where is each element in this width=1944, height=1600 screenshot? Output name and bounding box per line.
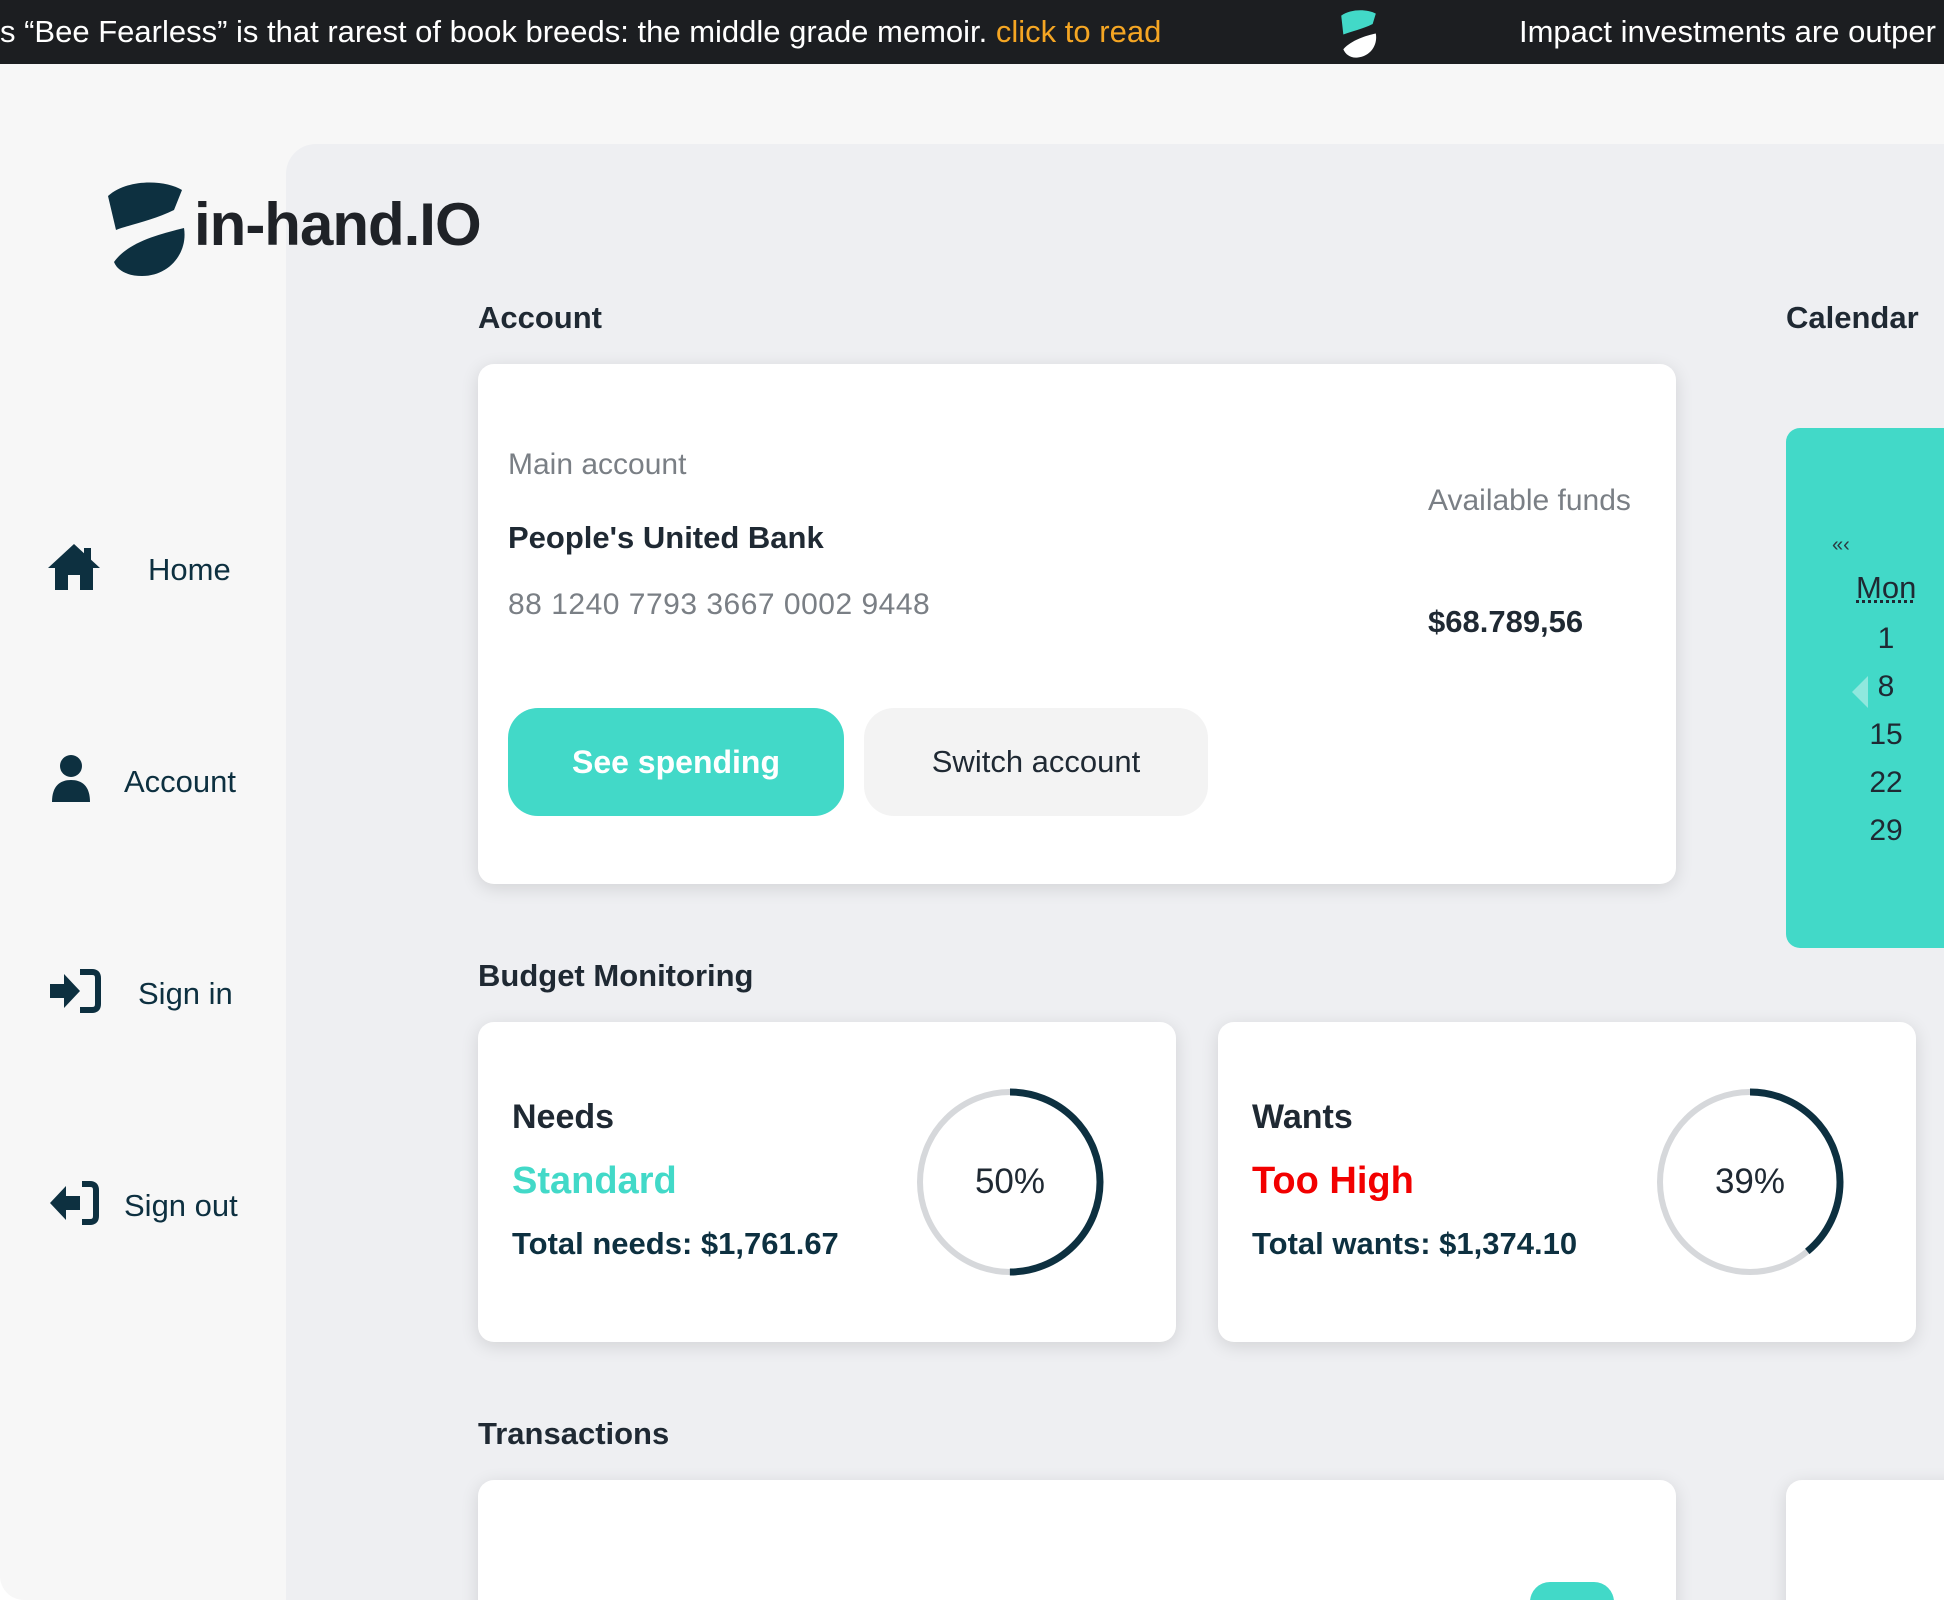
see-spending-button[interactable]: See spending (508, 708, 844, 816)
news-ticker: s “Bee Fearless” is that rarest of book … (0, 0, 1944, 64)
switch-account-button[interactable]: Switch account (864, 708, 1208, 816)
ticker-headline: s “Bee Fearless” is that rarest of book … (0, 14, 1161, 50)
calendar-widget: «‹ Mon 1 8 15 22 29 (1786, 428, 1944, 948)
calendar-date[interactable]: 22 (1856, 766, 1916, 800)
needs-percent: 50% (974, 1162, 1046, 1201)
user-icon (52, 755, 90, 802)
wants-percent: 39% (1714, 1162, 1786, 1201)
section-title-transactions: Transactions (478, 1416, 670, 1451)
calendar-date[interactable]: 15 (1856, 718, 1916, 752)
bank-name: People's United Bank (508, 520, 824, 555)
account-card: Main account Available funds People's Un… (478, 364, 1676, 884)
nav-label-sign-out: Sign out (124, 1188, 238, 1223)
calendar-day-header: Mon (1856, 570, 1917, 605)
transactions-card (478, 1480, 1676, 1600)
needs-status: Standard (512, 1160, 677, 1202)
wants-title: Wants (1252, 1098, 1353, 1136)
calendar-date[interactable]: 1 (1856, 622, 1916, 656)
wants-total: Total wants: $1,374.10 (1252, 1226, 1578, 1261)
nav-label-account: Account (124, 764, 237, 799)
nav-item-account[interactable]: Account (40, 750, 260, 810)
brand-name: in-hand.IO (194, 191, 482, 258)
wants-status: Too High (1252, 1160, 1414, 1202)
section-title-budget: Budget Monitoring (478, 958, 754, 993)
section-title-calendar: Calendar (1786, 300, 1919, 335)
nav-item-sign-in[interactable]: Sign in (40, 962, 260, 1022)
needs-total: Total needs: $1,761.67 (512, 1226, 839, 1261)
needs-budget-card: Needs Standard Total needs: $1,761.67 50… (478, 1022, 1176, 1342)
ticker-read-link[interactable]: click to read (996, 14, 1161, 49)
app-window: in-hand.IO Home Account Sign in Sign out… (0, 64, 1944, 1600)
nav-label-sign-in: Sign in (138, 976, 233, 1011)
transactions-side-card (1786, 1480, 1944, 1600)
calendar-date[interactable]: 29 (1856, 814, 1916, 848)
sign-out-icon (50, 1181, 99, 1225)
needs-title: Needs (512, 1098, 615, 1136)
section-title-account: Account (478, 300, 602, 335)
transactions-action-button[interactable] (1530, 1582, 1614, 1600)
account-number: 88 1240 7793 3667 0002 9448 (508, 588, 931, 621)
nav-label-home: Home (148, 552, 231, 587)
nav-item-sign-out[interactable]: Sign out (40, 1174, 260, 1234)
ticker-logo-icon (1341, 10, 1377, 58)
ticker-headline-next[interactable]: Impact investments are outper (1519, 14, 1936, 50)
available-funds-value: $68.789,56 (1428, 604, 1584, 639)
calendar-prev-button[interactable]: «‹ (1832, 534, 1850, 557)
wants-budget-card: Wants Too High Total wants: $1,374.10 39… (1218, 1022, 1916, 1342)
home-icon (48, 544, 100, 590)
calendar-date-selected[interactable]: 8 (1856, 670, 1916, 704)
main-account-label: Main account (508, 448, 687, 481)
nav-item-home[interactable]: Home (40, 538, 260, 598)
sign-in-icon (50, 969, 101, 1013)
available-funds-label: Available funds (1428, 484, 1631, 517)
ticker-headline-text: s “Bee Fearless” is that rarest of book … (0, 14, 988, 49)
brand-mark-icon (108, 182, 185, 276)
